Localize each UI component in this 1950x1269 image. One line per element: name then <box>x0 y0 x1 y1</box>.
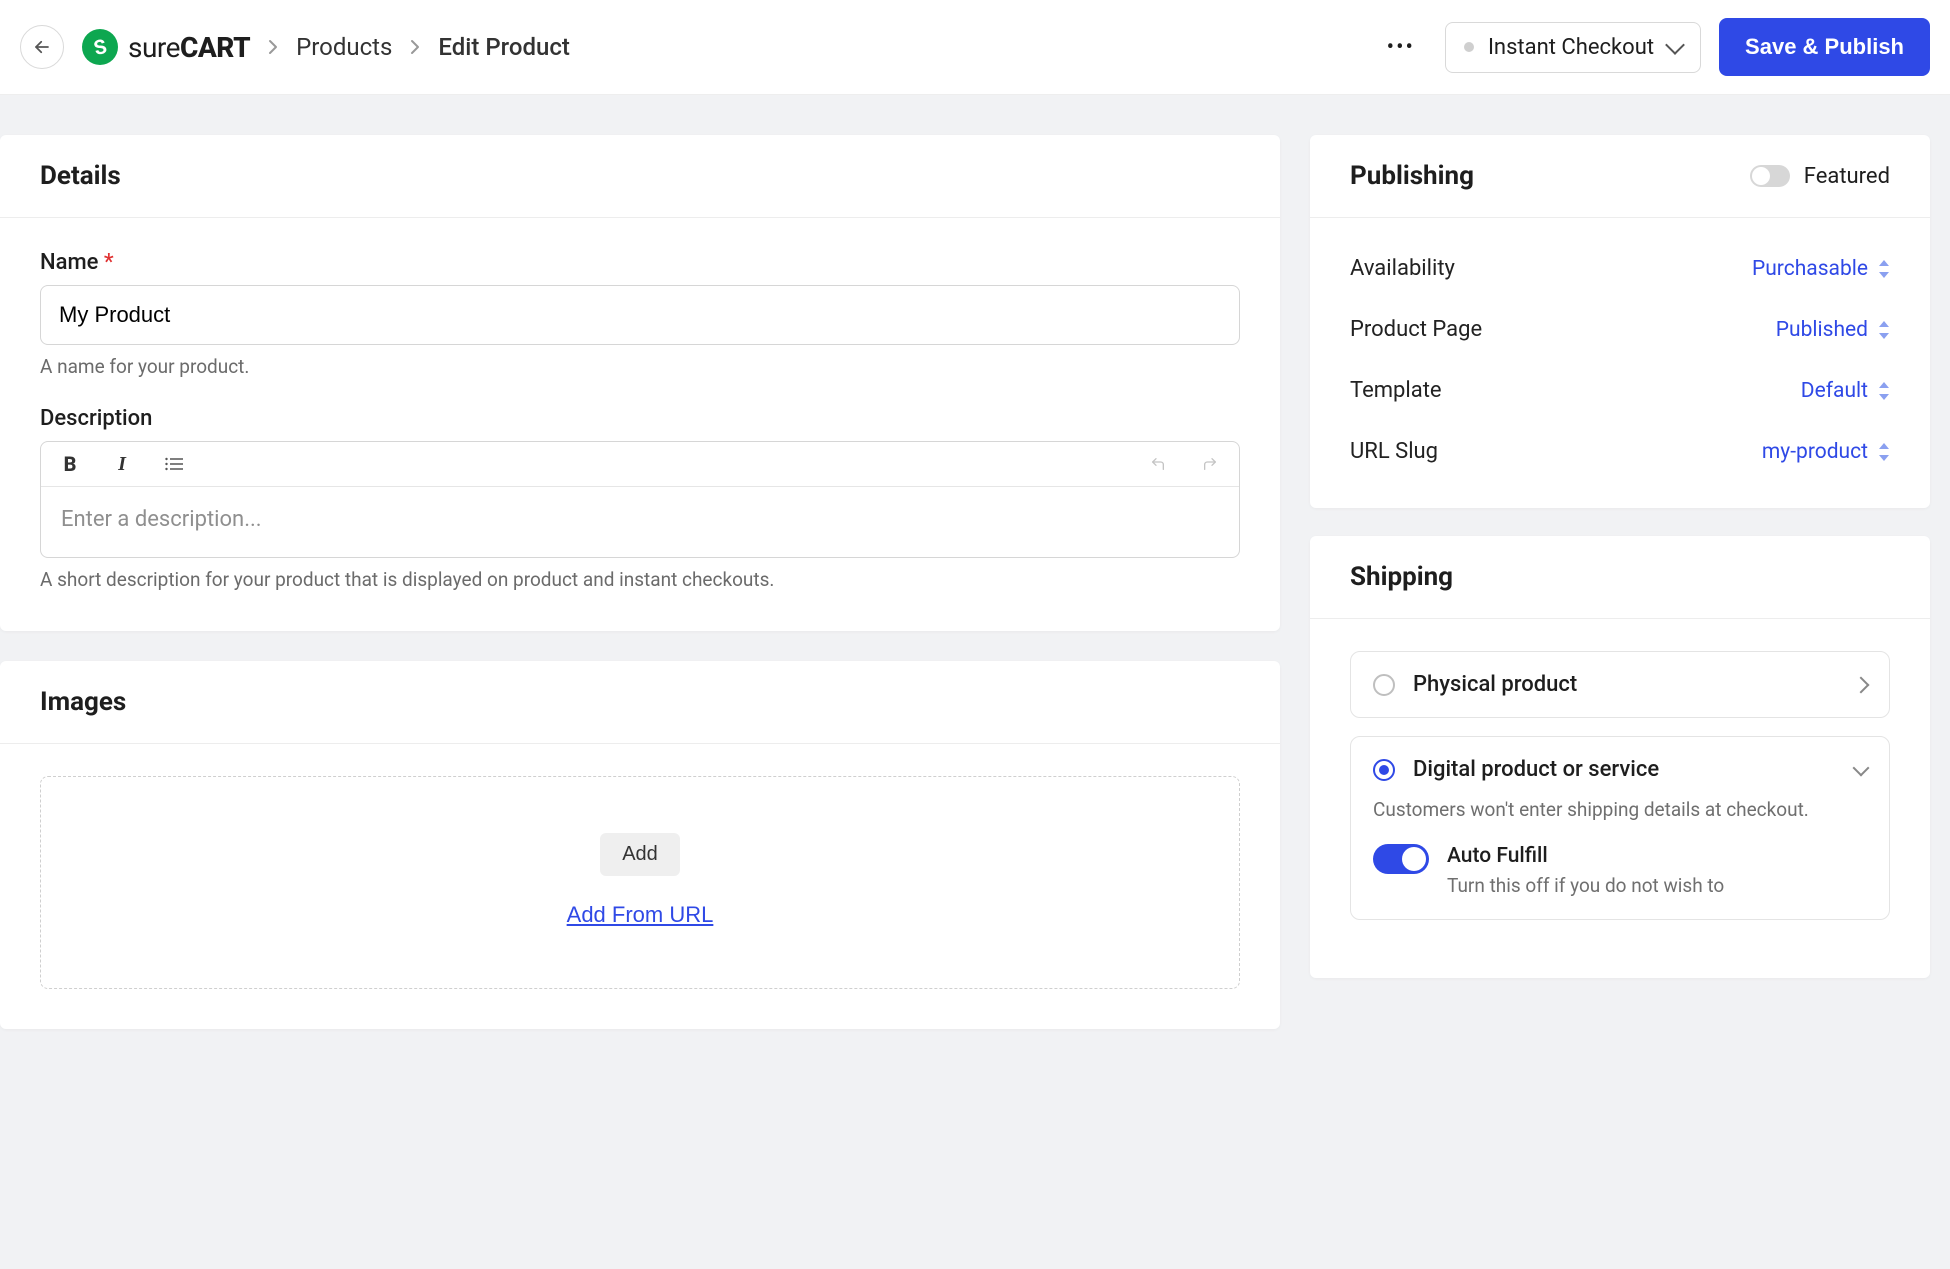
list-icon <box>165 457 183 471</box>
details-title: Details <box>40 161 121 191</box>
description-help: A short description for your product tha… <box>40 568 1240 591</box>
italic-button[interactable]: I <box>109 453 135 476</box>
brand-text: sureCART <box>128 31 250 64</box>
undo-button[interactable] <box>1145 456 1171 472</box>
template-label: Template <box>1350 378 1442 403</box>
radio-physical[interactable] <box>1373 674 1395 696</box>
shipping-title: Shipping <box>1350 562 1453 592</box>
shipping-card: Shipping Physical product Digital produc… <box>1310 536 1930 978</box>
description-label: Description <box>40 406 1240 431</box>
undo-icon <box>1148 456 1168 472</box>
more-menu-button[interactable]: ••• <box>1375 27 1427 68</box>
select-icon <box>1878 382 1890 400</box>
back-button[interactable] <box>20 25 64 69</box>
instant-checkout-dropdown[interactable]: Instant Checkout <box>1445 22 1701 73</box>
name-input[interactable] <box>40 285 1240 345</box>
digital-label: Digital product or service <box>1413 757 1837 782</box>
brand-logo: S sureCART <box>82 29 250 65</box>
select-icon <box>1878 443 1890 461</box>
chevron-right-icon <box>1853 676 1870 693</box>
images-dropzone[interactable]: Add Add From URL <box>40 776 1240 989</box>
list-button[interactable] <box>161 457 187 471</box>
physical-label: Physical product <box>1413 672 1837 697</box>
add-image-button[interactable]: Add <box>600 833 680 876</box>
digital-description: Customers won't enter shipping details a… <box>1373 796 1867 824</box>
shipping-option-physical[interactable]: Physical product <box>1350 651 1890 718</box>
select-icon <box>1878 260 1890 278</box>
bold-button[interactable]: B <box>57 452 83 476</box>
arrow-left-icon <box>33 38 51 56</box>
select-icon <box>1878 321 1890 339</box>
auto-fulfill-toggle[interactable] <box>1373 844 1429 874</box>
save-publish-button[interactable]: Save & Publish <box>1719 18 1930 76</box>
publishing-title: Publishing <box>1350 161 1474 191</box>
radio-digital[interactable] <box>1373 759 1395 781</box>
description-textarea[interactable]: Enter a description... <box>41 487 1239 557</box>
status-dot-icon <box>1464 42 1474 52</box>
url-slug-select[interactable]: my-product <box>1762 440 1890 464</box>
breadcrumb-current: Edit Product <box>438 33 569 61</box>
product-page-select[interactable]: Published <box>1776 318 1890 342</box>
availability-select[interactable]: Purchasable <box>1752 257 1890 281</box>
auto-fulfill-description: Turn this off if you do not wish to <box>1447 872 1724 900</box>
template-select[interactable]: Default <box>1801 379 1890 403</box>
featured-toggle-wrap: Featured <box>1750 164 1890 189</box>
details-card: Details Name * A name for your product. … <box>0 135 1280 631</box>
breadcrumb-products[interactable]: Products <box>296 33 392 61</box>
publishing-card: Publishing Featured Availability Purchas… <box>1310 135 1930 508</box>
availability-label: Availability <box>1350 256 1455 281</box>
auto-fulfill-title: Auto Fulfill <box>1447 844 1724 868</box>
chevron-right-icon <box>410 39 420 55</box>
chevron-down-icon <box>1853 759 1870 776</box>
images-title: Images <box>40 687 126 717</box>
add-from-url-link[interactable]: Add From URL <box>567 902 714 928</box>
redo-button[interactable] <box>1197 456 1223 472</box>
logo-icon: S <box>82 29 118 65</box>
product-page-label: Product Page <box>1350 317 1482 342</box>
instant-checkout-label: Instant Checkout <box>1488 35 1654 60</box>
name-help: A name for your product. <box>40 355 1240 378</box>
name-label: Name * <box>40 250 1240 275</box>
shipping-option-digital[interactable]: Digital product or service Customers won… <box>1350 736 1890 920</box>
chevron-down-icon <box>1665 35 1685 55</box>
description-editor: B I <box>40 441 1240 558</box>
featured-toggle[interactable] <box>1750 165 1790 187</box>
images-card: Images Add Add From URL <box>0 661 1280 1029</box>
editor-toolbar: B I <box>41 442 1239 487</box>
url-slug-label: URL Slug <box>1350 439 1438 464</box>
featured-label: Featured <box>1804 164 1890 189</box>
topbar: S sureCART Products Edit Product ••• Ins… <box>0 0 1950 95</box>
redo-icon <box>1200 456 1220 472</box>
chevron-right-icon <box>268 39 278 55</box>
